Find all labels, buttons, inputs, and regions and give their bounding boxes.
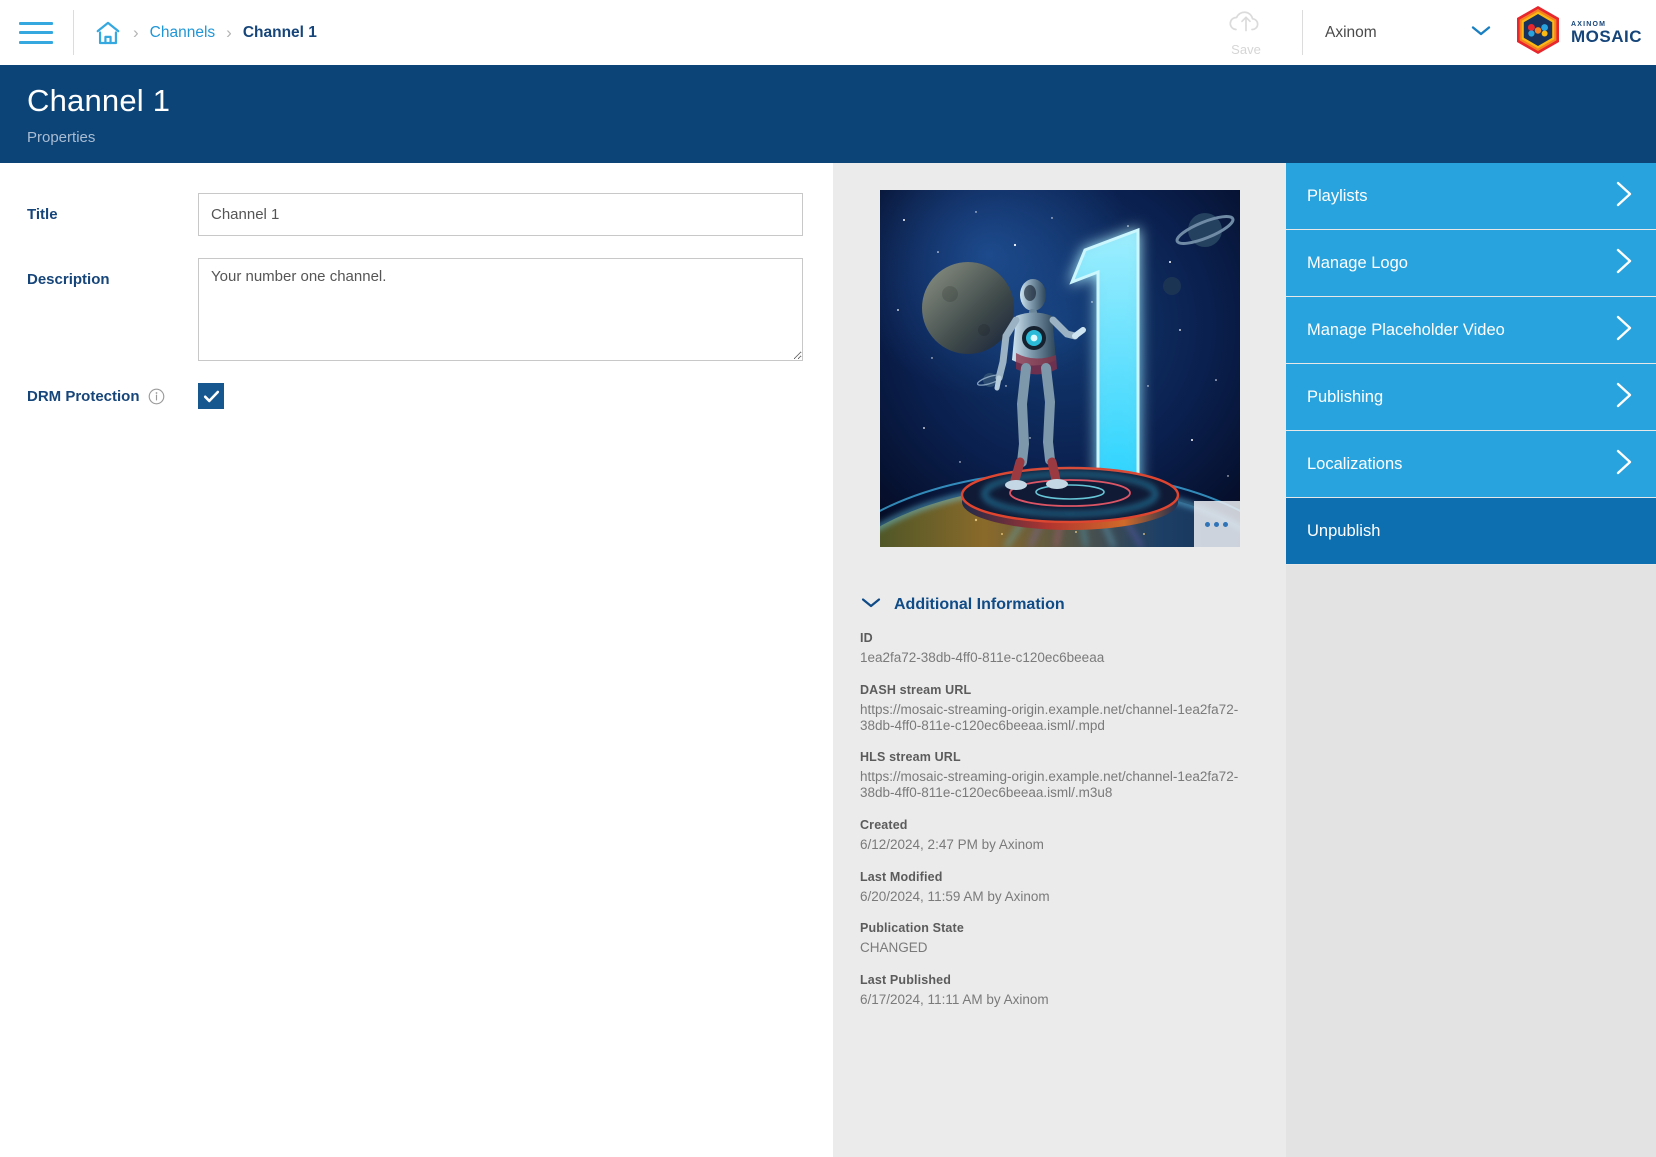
- chevron-right-icon: [1612, 447, 1636, 482]
- chevron-right-icon: [1612, 313, 1636, 348]
- divider: [1302, 10, 1303, 55]
- action-item-manage-placeholder-video[interactable]: Manage Placeholder Video: [1286, 297, 1656, 364]
- field-value: https://mosaic-streaming-origin.example.…: [860, 769, 1240, 801]
- page-body: Title Description Your number one channe…: [0, 163, 1656, 1157]
- title-field-row: Title: [27, 193, 803, 236]
- additional-information-field: Last Published 6/17/2024, 11:11 AM by Ax…: [860, 973, 1286, 1008]
- breadcrumb-separator: ›: [133, 24, 139, 41]
- dot: [1223, 522, 1228, 527]
- dot: [1214, 522, 1219, 527]
- action-label: Publishing: [1307, 388, 1383, 407]
- save-button[interactable]: Save: [1210, 8, 1282, 57]
- field-key: HLS stream URL: [860, 750, 1286, 764]
- thumbnail-zone: [833, 163, 1286, 574]
- field-key: DASH stream URL: [860, 683, 1286, 697]
- additional-information-field: Created 6/12/2024, 2:47 PM by Axinom: [860, 818, 1286, 853]
- title-label: Title: [27, 193, 198, 236]
- properties-form: Title Description Your number one channe…: [0, 163, 833, 1157]
- field-value: CHANGED: [860, 940, 1240, 956]
- chevron-down-icon[interactable]: [860, 596, 882, 614]
- save-label: Save: [1231, 42, 1261, 57]
- description-field-row: Description Your number one channel.: [27, 258, 803, 361]
- field-value: 6/17/2024, 11:11 AM by Axinom: [860, 992, 1240, 1008]
- drm-protection-checkbox[interactable]: [198, 383, 224, 409]
- hamburger-line: [19, 22, 53, 25]
- hamburger-line: [19, 41, 53, 44]
- additional-information-field: Publication State CHANGED: [860, 921, 1286, 956]
- breadcrumb-item-current: Channel 1: [243, 24, 317, 42]
- action-label: Playlists: [1307, 187, 1368, 206]
- top-bar-right: Save Axinom: [1210, 0, 1656, 65]
- tenant-name: Axinom: [1325, 24, 1377, 42]
- thumbnail-artwork: [880, 190, 1240, 547]
- home-icon[interactable]: [94, 19, 122, 47]
- title-input[interactable]: [198, 193, 803, 236]
- media-info-panel: Additional Information ID 1ea2fa72-38db-…: [833, 163, 1286, 1157]
- brand-wordmark: AXINOM MOSAIC: [1571, 21, 1642, 45]
- brand-logo: AXINOM MOSAIC: [1512, 4, 1642, 61]
- page-header: Channel 1 Properties: [0, 65, 1656, 163]
- chevron-right-icon: [1612, 380, 1636, 415]
- field-key: Last Published: [860, 973, 1286, 987]
- tenant-selector[interactable]: Axinom: [1325, 23, 1500, 42]
- action-label: Unpublish: [1307, 522, 1380, 541]
- action-panel: Playlists Manage Logo Manage Placeholder…: [1286, 163, 1656, 1157]
- drm-protection-row: DRM Protection: [27, 383, 803, 409]
- chevron-right-icon: [1612, 179, 1636, 214]
- field-value: 6/20/2024, 11:59 AM by Axinom: [860, 889, 1240, 905]
- additional-information-field: DASH stream URL https://mosaic-streaming…: [860, 683, 1286, 734]
- breadcrumb-separator: ›: [226, 24, 232, 41]
- breadcrumb-item-channels[interactable]: Channels: [150, 24, 216, 42]
- page-subtitle: Properties: [27, 129, 1656, 146]
- description-label: Description: [27, 258, 198, 361]
- description-input[interactable]: Your number one channel.: [198, 258, 803, 361]
- action-label: Localizations: [1307, 455, 1402, 474]
- breadcrumb: › Channels › Channel 1: [94, 19, 317, 47]
- chevron-down-icon[interactable]: [1470, 23, 1492, 42]
- dot: [1205, 522, 1210, 527]
- additional-information-title: Additional Information: [894, 596, 1065, 614]
- top-bar: › Channels › Channel 1 Save Axinom: [0, 0, 1656, 65]
- page-title: Channel 1: [27, 83, 1656, 119]
- field-key: ID: [860, 631, 1286, 645]
- info-icon[interactable]: [148, 388, 165, 405]
- channel-thumbnail[interactable]: [880, 190, 1240, 547]
- additional-information-field: Last Modified 6/20/2024, 11:59 AM by Axi…: [860, 870, 1286, 905]
- action-item-unpublish[interactable]: Unpublish: [1286, 498, 1656, 565]
- hamburger-line: [19, 31, 53, 34]
- action-item-playlists[interactable]: Playlists: [1286, 163, 1656, 230]
- axinom-mosaic-logo-icon: [1512, 4, 1564, 61]
- action-item-manage-logo[interactable]: Manage Logo: [1286, 230, 1656, 297]
- brand-bottom-text: MOSAIC: [1571, 28, 1642, 45]
- field-value: 1ea2fa72-38db-4ff0-811e-c120ec6beeaa: [860, 650, 1240, 666]
- additional-information-header[interactable]: Additional Information: [860, 596, 1286, 614]
- drm-protection-label: DRM Protection: [27, 388, 198, 405]
- additional-information-field: ID 1ea2fa72-38db-4ff0-811e-c120ec6beeaa: [860, 631, 1286, 666]
- drm-protection-label-text: DRM Protection: [27, 388, 140, 405]
- action-label: Manage Logo: [1307, 254, 1408, 273]
- field-key: Last Modified: [860, 870, 1286, 884]
- more-options-button[interactable]: [1194, 501, 1240, 547]
- additional-information-section: Additional Information ID 1ea2fa72-38db-…: [833, 574, 1286, 1157]
- action-label: Manage Placeholder Video: [1307, 321, 1505, 340]
- cloud-upload-icon: [1225, 8, 1267, 41]
- field-value: https://mosaic-streaming-origin.example.…: [860, 702, 1240, 734]
- chevron-right-icon: [1612, 246, 1636, 281]
- divider: [73, 10, 74, 55]
- hamburger-menu-icon[interactable]: [19, 22, 53, 44]
- action-item-localizations[interactable]: Localizations: [1286, 431, 1656, 498]
- field-key: Created: [860, 818, 1286, 832]
- action-item-publishing[interactable]: Publishing: [1286, 364, 1656, 431]
- additional-information-field: HLS stream URL https://mosaic-streaming-…: [860, 750, 1286, 801]
- field-value: 6/12/2024, 2:47 PM by Axinom: [860, 837, 1240, 853]
- field-key: Publication State: [860, 921, 1286, 935]
